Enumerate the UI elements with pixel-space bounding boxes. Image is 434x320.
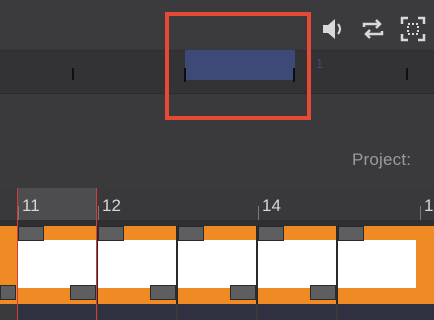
clip-body[interactable] [98, 240, 176, 288]
clip-end-handle[interactable] [70, 285, 96, 300]
track-lane-segment [338, 304, 434, 320]
clip-start-handle[interactable] [178, 226, 204, 241]
overview-tick [72, 68, 74, 80]
clip-body[interactable] [18, 240, 96, 288]
clip-body[interactable] [338, 240, 416, 288]
speaker-icon[interactable] [318, 14, 348, 44]
clip-start-handle[interactable] [18, 226, 44, 241]
ruler-tick [98, 206, 99, 220]
project-label: Project: [352, 150, 412, 169]
clip-end-handle[interactable] [150, 285, 176, 300]
ruler-tick [258, 206, 259, 220]
clip-start-handle[interactable] [338, 226, 364, 241]
ruler-tick [18, 206, 19, 220]
clip-start-handle[interactable] [98, 226, 124, 241]
playhead-line[interactable] [96, 188, 97, 320]
ruler-label: 11 [22, 196, 40, 215]
overview-marker-label: 1 [316, 56, 324, 71]
overview-tick [406, 68, 408, 80]
ruler-label: 14 [262, 196, 281, 215]
ruler-tick [420, 206, 421, 220]
track-lane-segment [178, 304, 256, 320]
clip-end-handle[interactable] [0, 285, 16, 300]
track-lane-segment [98, 304, 176, 320]
ruler-label: 12 [102, 196, 121, 215]
loop-icon[interactable] [358, 14, 388, 44]
track-lane-segment [258, 304, 336, 320]
selection-start-line[interactable] [17, 188, 18, 320]
clip-body[interactable] [258, 240, 336, 288]
clip-body[interactable] [178, 240, 256, 288]
clip-end-handle[interactable] [230, 285, 256, 300]
track-lane-segment [18, 304, 96, 320]
highlight-box [165, 12, 311, 120]
ruler-label: 1 [424, 196, 434, 215]
fit-screen-icon[interactable] [398, 14, 428, 44]
clip-start-handle[interactable] [258, 226, 284, 241]
clip-end-handle[interactable] [310, 285, 336, 300]
